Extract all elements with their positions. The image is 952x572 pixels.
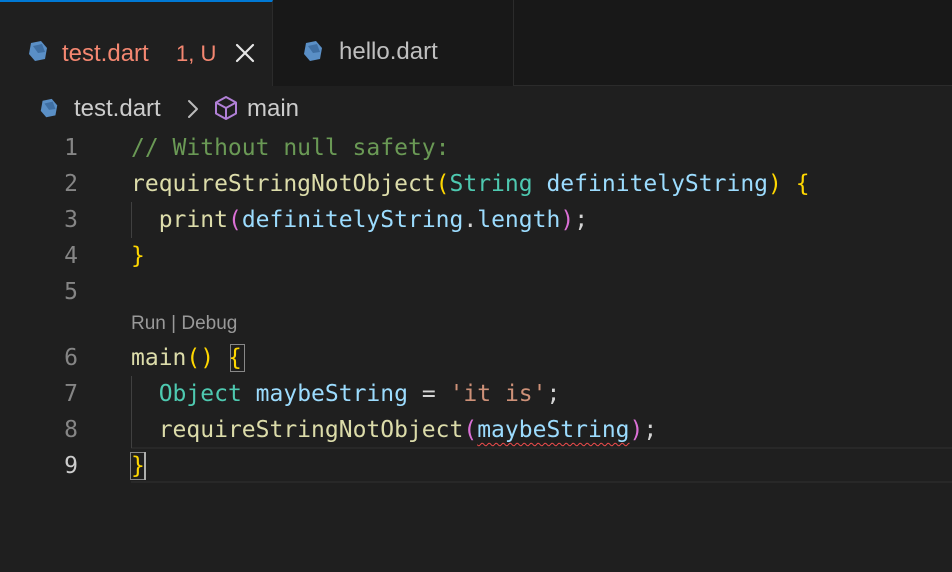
close-icon[interactable] xyxy=(234,42,256,64)
variable-token: definitelyString xyxy=(241,207,464,233)
semicolon-token: ; xyxy=(546,381,561,407)
line-number: 6 xyxy=(64,345,78,371)
line-number: 4 xyxy=(64,243,78,269)
code-line-3[interactable]: print(definitelyString.length); xyxy=(131,202,588,238)
line-number: 8 xyxy=(64,417,78,443)
codelens-run-debug[interactable]: Run | Debug xyxy=(131,312,237,336)
dart-file-icon xyxy=(29,41,47,61)
semicolon-token: ; xyxy=(643,417,658,443)
code-line-6[interactable]: main() { xyxy=(131,340,242,376)
line-number-current: 9 xyxy=(64,453,78,479)
bracket-match-highlight xyxy=(230,344,245,372)
function-name-token: main xyxy=(131,345,187,371)
semicolon-token: ; xyxy=(574,207,589,233)
breadcrumb-file[interactable]: test.dart xyxy=(74,94,161,124)
operator-token: = xyxy=(421,381,436,407)
type-token: Object xyxy=(158,381,242,407)
variable-token: maybeString xyxy=(255,381,408,407)
paren-token: ) xyxy=(560,207,575,233)
tab-hello-dart[interactable]: hello.dart xyxy=(273,0,514,86)
code-editor[interactable]: test.dart 1, U hello.dart test.dart main xyxy=(0,0,952,572)
paren-token: ( xyxy=(463,417,478,443)
paren-token: ( xyxy=(435,171,450,197)
dart-file-icon xyxy=(304,41,322,61)
property-token: length xyxy=(477,207,561,233)
paren-token: ( xyxy=(227,207,242,233)
dot-token: . xyxy=(463,207,478,233)
breadcrumb: test.dart main xyxy=(0,86,952,130)
tab-bar: test.dart 1, U hello.dart xyxy=(0,0,952,86)
string-token: 'it is' xyxy=(449,381,547,407)
tab-test-dart[interactable]: test.dart 1, U xyxy=(0,0,273,86)
problem-count-badge: 1, U xyxy=(176,41,217,66)
function-name-token: print xyxy=(158,207,228,233)
dart-file-icon xyxy=(40,98,58,118)
current-line-highlight xyxy=(131,447,952,483)
paren-token: () xyxy=(186,345,215,371)
code-line-7[interactable]: Object maybeString = 'it is'; xyxy=(131,376,561,412)
code-line-2[interactable]: requireStringNotObject(String definitely… xyxy=(131,166,810,202)
bracket-match-highlight xyxy=(130,452,145,480)
error-argument-token[interactable]: maybeString xyxy=(477,417,629,443)
brace-token: { xyxy=(795,171,810,197)
line-number: 2 xyxy=(64,171,78,197)
code-line-4[interactable]: } xyxy=(131,238,145,274)
text-cursor xyxy=(144,452,146,480)
comment-token: // Without null safety: xyxy=(131,135,450,161)
chevron-right-icon xyxy=(188,100,198,118)
brace-token: } xyxy=(131,243,145,269)
function-name-token: requireStringNotObject xyxy=(131,171,436,197)
code-line-1[interactable]: // Without null safety: xyxy=(131,130,450,166)
cube-icon xyxy=(215,96,237,120)
line-number: 7 xyxy=(64,381,78,407)
line-number: 3 xyxy=(64,207,78,233)
code-line-8[interactable]: requireStringNotObject(maybeString); xyxy=(131,412,658,448)
function-name-token: requireStringNotObject xyxy=(158,417,464,443)
line-number: 1 xyxy=(64,135,78,161)
tab-title: test.dart xyxy=(62,40,149,67)
tab-title: hello.dart xyxy=(339,38,438,65)
parameter-token: definitelyString xyxy=(546,171,769,197)
breadcrumb-symbol[interactable]: main xyxy=(247,94,299,124)
paren-token: ) xyxy=(629,417,644,443)
paren-token: ) xyxy=(768,171,782,197)
line-number: 5 xyxy=(64,279,78,305)
type-token: String xyxy=(449,171,533,197)
